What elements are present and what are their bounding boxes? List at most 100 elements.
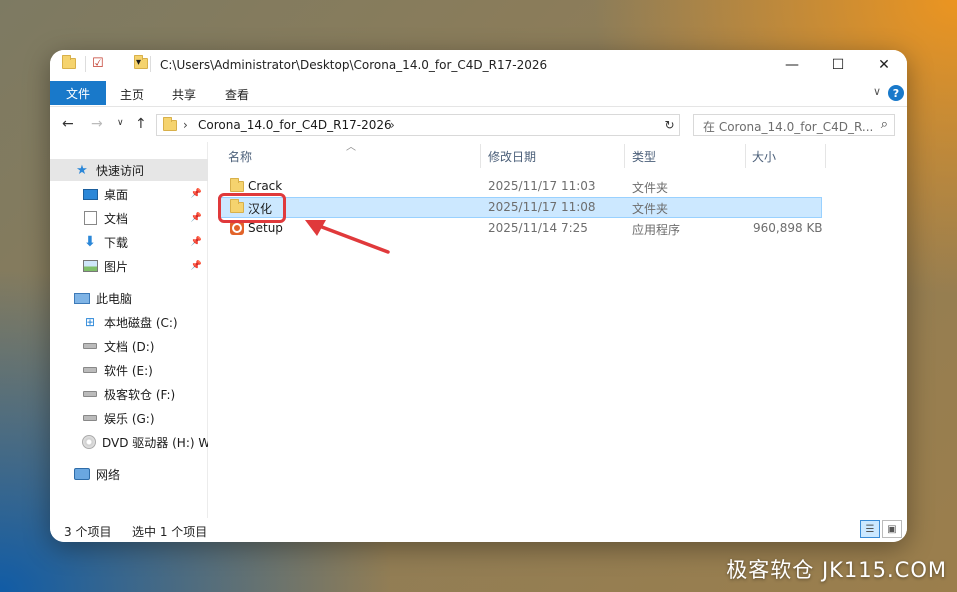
computer-icon [74, 291, 90, 305]
folder-icon [62, 55, 76, 69]
sidebar-item-label: 文档 [104, 211, 129, 226]
sidebar-item-drive-e[interactable]: 软件 (E:) [50, 359, 208, 381]
status-bar: 3 个项目 选中 1 个项目 ☰ ▣ [50, 518, 907, 542]
file-size: 960,898 KB [753, 221, 823, 235]
sidebar-item-drive-d[interactable]: 文档 (D:) [50, 335, 208, 357]
tab-view[interactable]: 查看 [225, 86, 249, 103]
sidebar-item-this-pc[interactable]: 此电脑 [50, 287, 208, 309]
forward-arrow-icon[interactable]: → [91, 116, 103, 132]
sidebar-item-desktop[interactable]: 桌面 📌 [50, 183, 208, 205]
ribbon-tabs: 文件 主页 共享 查看 ∨ ? [50, 80, 907, 106]
column-separator[interactable] [624, 144, 625, 168]
desktop-icon [82, 187, 98, 201]
column-header-name[interactable]: 名称 [228, 148, 252, 165]
sidebar-item-quick-access[interactable]: ★ 快速访问 [50, 159, 208, 181]
annotation-arrow [305, 220, 390, 254]
file-row[interactable]: Crack 2025/11/17 11:03 文件夹 [218, 176, 822, 197]
drive-icon [82, 363, 98, 377]
chevron-right-icon[interactable]: › [390, 118, 395, 132]
folder-icon [230, 178, 244, 192]
folder-icon [163, 117, 177, 131]
sidebar-item-label: DVD 驱动器 (H:) W [102, 435, 208, 450]
setup-app-icon [230, 221, 244, 235]
search-input[interactable]: 在 Corona_14.0_for_C4D_R... ⌕ [693, 114, 895, 136]
tab-home[interactable]: 主页 [120, 86, 144, 103]
document-icon [82, 211, 98, 225]
sidebar-item-documents[interactable]: 文档 📌 [50, 207, 208, 229]
file-type: 文件夹 [632, 202, 669, 216]
tab-share[interactable]: 共享 [172, 86, 196, 103]
tab-file[interactable]: 文件 [50, 81, 106, 105]
chevron-right-icon[interactable]: › [183, 118, 188, 132]
sidebar-item-label: 桌面 [104, 187, 129, 202]
star-icon: ★ [76, 162, 88, 178]
column-separator[interactable] [745, 144, 746, 168]
up-arrow-icon[interactable]: ↑ [135, 116, 147, 132]
pin-icon[interactable]: 📌 [191, 261, 202, 271]
picture-icon [82, 259, 98, 273]
maximize-button[interactable]: ☐ [815, 50, 861, 80]
properties-icon[interactable]: ☑ [92, 56, 104, 71]
expand-ribbon-icon[interactable]: ∨ [873, 85, 881, 98]
column-header-size[interactable]: 大小 [752, 148, 776, 165]
drive-icon [82, 411, 98, 425]
highlight-box [218, 193, 286, 223]
pin-icon[interactable]: 📌 [191, 213, 202, 223]
large-icons-view-icon[interactable]: ▣ [882, 520, 902, 538]
sidebar-item-downloads[interactable]: ⬇ 下载 📌 [50, 231, 208, 253]
sidebar-item-drive-c[interactable]: ⊞ 本地磁盘 (C:) [50, 311, 208, 333]
window-title: C:\Users\Administrator\Desktop\Corona_14… [160, 58, 548, 72]
item-count: 3 个项目 [64, 525, 112, 539]
sidebar-item-label: 本地磁盘 (C:) [104, 315, 178, 330]
minimize-button[interactable]: — [769, 50, 815, 80]
divider [85, 56, 86, 72]
column-header-date[interactable]: 修改日期 [488, 148, 536, 165]
pin-icon[interactable]: 📌 [191, 189, 202, 199]
drive-icon [82, 387, 98, 401]
sidebar-item-label: 文档 (D:) [104, 339, 155, 354]
windows-drive-icon: ⊞ [84, 315, 96, 329]
customize-toolbar-icon[interactable]: ▾ [136, 57, 141, 68]
address-bar[interactable]: › Corona_14.0_for_C4D_R17-2026 › ∨ [156, 114, 680, 136]
address-row: ← → ∨ ↑ › Corona_14.0_for_C4D_R17-2026 ›… [50, 106, 907, 142]
network-icon [74, 467, 90, 481]
address-segment[interactable]: Corona_14.0_for_C4D_R17-2026 [198, 118, 392, 132]
column-separator[interactable] [480, 144, 481, 168]
recent-locations-icon[interactable]: ∨ [117, 118, 124, 128]
refresh-button[interactable]: ↻ [660, 114, 680, 136]
title-bar: ☑ ▾ C:\Users\Administrator\Desktop\Coron… [50, 50, 907, 80]
help-icon[interactable]: ? [888, 85, 904, 101]
sidebar-item-label: 娱乐 (G:) [104, 411, 155, 426]
column-header-type[interactable]: 类型 [632, 148, 656, 165]
watermark: 极客软仓 JK115.COM [726, 558, 947, 582]
dvd-icon [82, 435, 96, 449]
download-icon: ⬇ [84, 234, 96, 250]
search-placeholder: 在 Corona_14.0_for_C4D_R... [703, 120, 874, 134]
file-name[interactable]: Crack [248, 179, 282, 193]
file-date: 2025/11/14 7:25 [488, 221, 588, 235]
file-name[interactable]: Setup [248, 221, 283, 235]
sidebar-item-dvd-drive[interactable]: DVD 驱动器 (H:) W [50, 431, 208, 453]
sidebar-item-pictures[interactable]: 图片 📌 [50, 255, 208, 277]
sidebar-item-label: 快速访问 [96, 163, 145, 178]
sidebar-item-label: 图片 [104, 259, 129, 274]
sidebar-item-network[interactable]: 网络 [50, 463, 208, 485]
back-arrow-icon[interactable]: ← [62, 116, 74, 132]
selected-count: 选中 1 个项目 [132, 525, 208, 539]
divider [150, 56, 151, 72]
file-type: 应用程序 [632, 223, 681, 237]
sidebar-item-label: 此电脑 [96, 291, 133, 306]
file-date: 2025/11/17 11:08 [488, 200, 596, 214]
sidebar-item-drive-f[interactable]: 极客软仓 (F:) [50, 383, 208, 405]
close-button[interactable]: ✕ [861, 50, 907, 80]
drive-icon [82, 339, 98, 353]
file-type: 文件夹 [632, 181, 669, 195]
column-separator[interactable] [825, 144, 826, 168]
file-date: 2025/11/17 11:03 [488, 179, 596, 193]
sidebar-item-drive-g[interactable]: 娱乐 (G:) [50, 407, 208, 429]
details-view-icon[interactable]: ☰ [860, 520, 880, 538]
pin-icon[interactable]: 📌 [191, 237, 202, 247]
sidebar-item-label: 网络 [96, 467, 121, 482]
sidebar-item-label: 极客软仓 (F:) [104, 387, 176, 402]
sort-ascending-icon: ︿ [346, 142, 356, 153]
